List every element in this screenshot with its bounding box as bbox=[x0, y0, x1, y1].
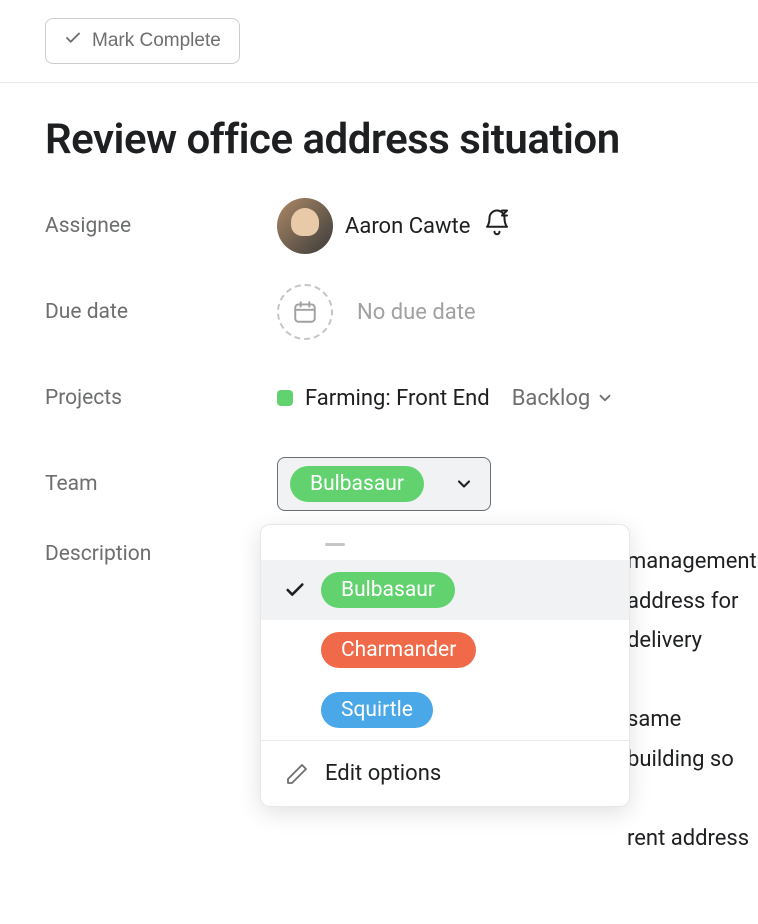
mark-complete-button[interactable]: Mark Complete bbox=[45, 18, 240, 64]
check-icon bbox=[64, 29, 82, 53]
assignee-label: Assignee bbox=[45, 214, 277, 238]
team-dropdown: Bulbasaur Charmander Squirtle Edit optio… bbox=[260, 524, 630, 807]
avatar bbox=[277, 198, 333, 254]
team-select[interactable]: Bulbasaur bbox=[277, 457, 491, 511]
calendar-icon bbox=[277, 284, 333, 340]
project-section-label: Backlog bbox=[512, 386, 591, 411]
task-title[interactable]: Review office address situation bbox=[45, 115, 758, 164]
chevron-down-icon bbox=[454, 474, 474, 494]
due-date-text: No due date bbox=[357, 300, 476, 325]
dropdown-option-none[interactable] bbox=[261, 525, 629, 560]
team-selected-pill: Bulbasaur bbox=[290, 466, 424, 502]
pencil-icon bbox=[285, 762, 309, 786]
dropdown-option-label: Bulbasaur bbox=[321, 572, 455, 608]
project-section-dropdown[interactable]: Backlog bbox=[512, 386, 615, 411]
description-label: Description bbox=[45, 542, 277, 566]
assignee-value[interactable]: Aaron Cawte bbox=[277, 198, 512, 254]
dropdown-option-charmander[interactable]: Charmander bbox=[261, 620, 629, 680]
due-date-value[interactable]: No due date bbox=[277, 284, 476, 340]
dropdown-option-squirtle[interactable]: Squirtle bbox=[261, 680, 629, 740]
chevron-down-icon bbox=[596, 389, 614, 407]
dropdown-option-label: Charmander bbox=[321, 632, 476, 668]
assignee-name: Aaron Cawte bbox=[345, 214, 470, 239]
snooze-icon bbox=[482, 208, 512, 244]
dropdown-option-label: Squirtle bbox=[321, 692, 433, 728]
check-icon bbox=[281, 579, 309, 601]
mark-complete-label: Mark Complete bbox=[92, 30, 221, 52]
edit-options-label: Edit options bbox=[325, 761, 441, 786]
project-color-dot bbox=[277, 390, 293, 406]
projects-label: Projects bbox=[45, 386, 277, 410]
project-name[interactable]: Farming: Front End bbox=[305, 386, 490, 411]
dash-icon bbox=[325, 543, 345, 546]
due-date-label: Due date bbox=[45, 300, 277, 324]
team-label: Team bbox=[45, 472, 277, 496]
edit-options-button[interactable]: Edit options bbox=[261, 741, 629, 806]
dropdown-option-bulbasaur[interactable]: Bulbasaur bbox=[261, 560, 629, 620]
